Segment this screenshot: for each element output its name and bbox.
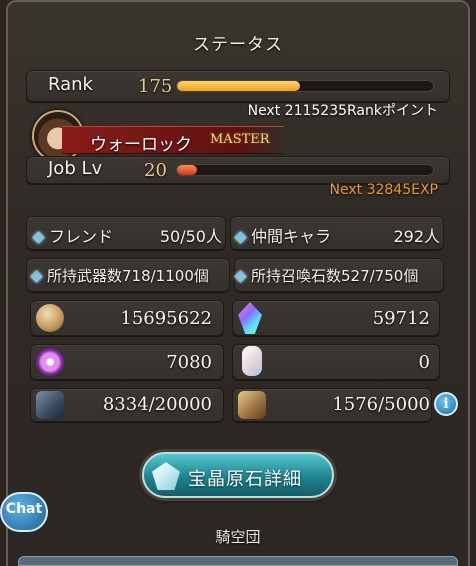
renown-value: 7080 bbox=[166, 352, 212, 373]
prestige-value: 8334/20000 bbox=[102, 394, 212, 415]
crystal-value: 59712 bbox=[372, 308, 430, 329]
master-badge: MASTER bbox=[210, 132, 270, 147]
job-level-value: 20 bbox=[144, 160, 167, 181]
characters-label-wrap: 仲間キャラ bbox=[234, 223, 332, 247]
prestige-icon bbox=[36, 391, 64, 419]
job-banner: ウォーロック MASTER bbox=[62, 126, 284, 155]
honor-value: 1576/5000 bbox=[332, 394, 430, 415]
diamond-icon bbox=[234, 270, 247, 283]
silver-crystal-icon bbox=[242, 346, 262, 376]
page-title: ステータス bbox=[193, 35, 283, 55]
job-level-label: Job Lv bbox=[48, 158, 103, 179]
diamond-icon bbox=[30, 270, 43, 283]
crew-panel-top bbox=[18, 556, 458, 566]
silver-crystal-value: 0 bbox=[418, 352, 430, 373]
rank-label: Rank bbox=[48, 74, 93, 95]
silver-crystal-panel bbox=[232, 344, 440, 380]
gem-detail-button[interactable]: 宝晶原石詳細 bbox=[142, 452, 334, 498]
rupie-value: 15695622 bbox=[120, 308, 212, 329]
characters-value: 292人 bbox=[393, 227, 440, 246]
job-exp-fill bbox=[177, 165, 198, 175]
job-exp-bar bbox=[176, 164, 434, 176]
gem-detail-label: 宝晶原石詳細 bbox=[188, 469, 302, 490]
rank-progress-bar bbox=[176, 80, 434, 92]
characters-label: 仲間キャラ bbox=[251, 227, 332, 246]
friends-label-wrap: フレンド bbox=[32, 223, 114, 247]
rank-next-points: Next 2115235Rankポイント bbox=[247, 103, 438, 119]
friends-label: フレンド bbox=[49, 227, 114, 246]
friends-value: 50/50人 bbox=[159, 227, 222, 246]
honor-icon bbox=[238, 391, 266, 419]
info-icon[interactable]: i bbox=[434, 392, 458, 416]
crew-section-title: 騎空団 bbox=[215, 528, 261, 546]
rank-value: 175 bbox=[138, 76, 173, 97]
diamond-icon bbox=[234, 231, 247, 244]
summons-text: 所持召喚石数527/750個 bbox=[251, 267, 419, 285]
job-next-exp: Next 32845EXP bbox=[329, 182, 438, 198]
renown-icon bbox=[36, 348, 64, 376]
gem-icon bbox=[152, 462, 180, 490]
diamond-icon bbox=[32, 231, 45, 244]
rank-progress-fill bbox=[177, 81, 300, 91]
rupie-icon bbox=[36, 304, 64, 332]
weapons-text: 所持武器数718/1100個 bbox=[47, 267, 209, 285]
job-name: ウォーロック bbox=[90, 135, 192, 155]
summons-count: 所持召喚石数527/750個 bbox=[234, 265, 419, 286]
weapons-count: 所持武器数718/1100個 bbox=[30, 265, 209, 286]
